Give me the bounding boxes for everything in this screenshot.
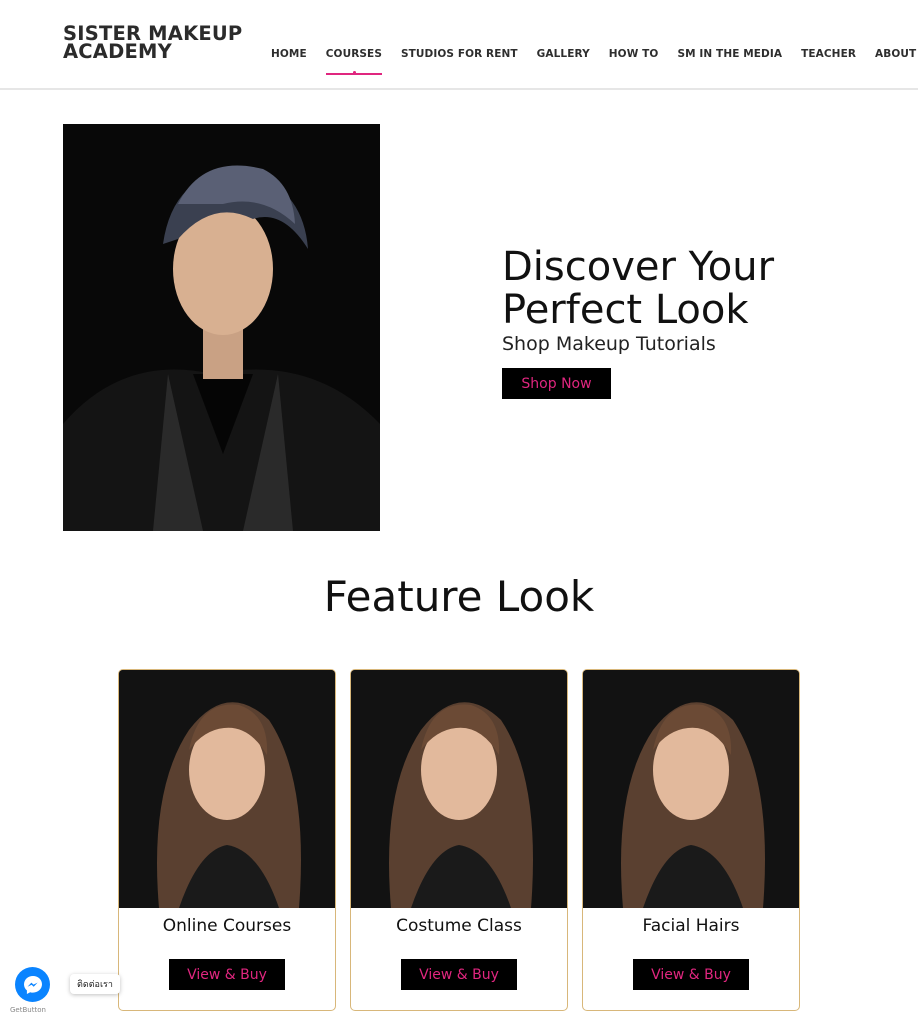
shop-now-button[interactable]: Shop Now [502,368,611,399]
feature-card-facial-hairs: Facial Hairs View & Buy [582,669,800,1011]
card-photo [119,670,335,908]
woman-portrait-illustration [583,670,799,908]
site-logo[interactable]: SISTER MAKEUP ACADEMY [63,24,242,63]
hero-subtitle: Shop Makeup Tutorials [502,333,716,355]
card-title: Online Courses [162,916,292,936]
site-header: SISTER MAKEUP ACADEMY HOME COURSES STUDI… [0,0,918,90]
logo-line-2: ACADEMY [63,40,172,63]
hero-title-line-1: Discover Your [502,244,775,290]
feature-card-online-courses: Online Courses View & Buy [118,669,336,1011]
card-title: Facial Hairs [642,916,740,936]
view-buy-button[interactable]: View & Buy [401,959,517,990]
nav-gallery[interactable]: GALLERY [537,48,590,60]
view-buy-button[interactable]: View & Buy [633,959,749,990]
card-title: Costume Class [396,916,522,936]
feature-card-costume-class: Costume Class View & Buy [350,669,568,1011]
nav-about-us[interactable]: ABOUT US [875,48,918,60]
messenger-chat-button[interactable] [15,967,50,1002]
view-buy-button[interactable]: View & Buy [169,959,285,990]
hero-portrait-photo [63,124,380,531]
card-photo [583,670,799,908]
nav-sm-in-the-media[interactable]: SM IN THE MEDIA [677,48,782,60]
main-nav: HOME COURSES STUDIOS FOR RENT GALLERY HO… [271,48,918,75]
hero-title: Discover Your Perfect Look [502,246,774,332]
nav-courses[interactable]: COURSES [325,48,383,75]
nav-teacher[interactable]: TEACHER [801,48,856,60]
getbutton-credit[interactable]: GetButton [10,1006,46,1014]
feature-section-title: Feature Look [323,572,595,621]
card-photo [351,670,567,908]
hero-title-line-2: Perfect Look [502,287,749,333]
messenger-icon [23,975,42,994]
nav-home[interactable]: HOME [271,48,307,60]
nav-how-to[interactable]: HOW TO [609,48,659,60]
nav-studios-for-rent[interactable]: STUDIOS FOR RENT [401,48,518,60]
portrait-illustration [63,124,380,531]
woman-portrait-illustration [119,670,335,908]
contact-us-tooltip[interactable]: ติดต่อเรา [70,974,120,994]
woman-portrait-illustration [351,670,567,908]
